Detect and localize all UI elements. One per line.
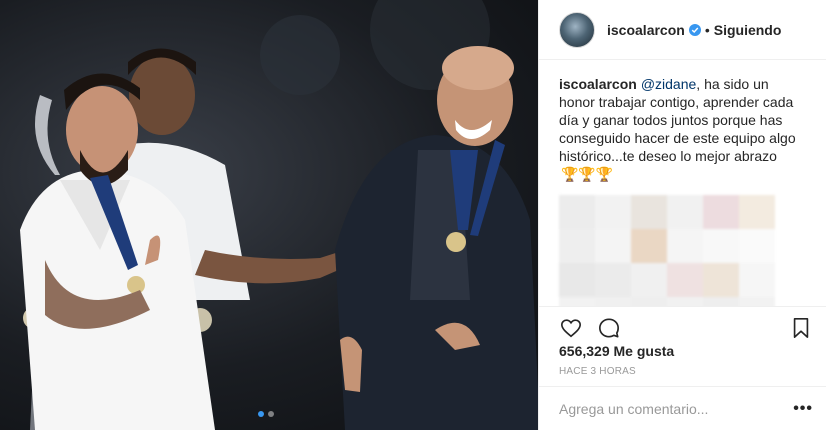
blurred-comment-block (667, 195, 703, 229)
blurred-comment-block (739, 229, 775, 263)
blurred-comment-block (667, 263, 703, 297)
blurred-comment-block (703, 229, 739, 263)
post-caption: iscoalarcon @zidane, ha sido un honor tra… (559, 75, 807, 183)
comment-icon[interactable] (597, 316, 621, 340)
blurred-comment-block (559, 229, 595, 263)
caption-username[interactable]: iscoalarcon (559, 76, 637, 92)
following-button[interactable]: Siguiendo (714, 22, 782, 38)
action-bar (539, 306, 826, 342)
blurred-comment-block (667, 229, 703, 263)
photo-illustration (20, 0, 538, 430)
blurred-comment-block (631, 229, 667, 263)
blurred-comment-block (559, 195, 595, 229)
trophy-emoji-icons: 🏆🏆🏆 (561, 166, 614, 182)
blurred-comment-block (703, 195, 739, 229)
blurred-comment-block (595, 195, 631, 229)
blurred-comment-block (667, 297, 703, 306)
blurred-comment-block (595, 229, 631, 263)
comments-area: iscoalarcon @zidane, ha sido un honor tra… (539, 61, 826, 306)
header-separator: • (704, 21, 710, 38)
blurred-comment-block (739, 195, 775, 229)
carousel-dot-active (258, 411, 264, 417)
header-username[interactable]: iscoalarcon (607, 22, 685, 38)
heart-icon[interactable] (559, 316, 583, 340)
blurred-comment-block (703, 263, 739, 297)
post-timestamp[interactable]: HACE 3 HORAS (559, 366, 636, 377)
blurred-comment-block (595, 263, 631, 297)
blurred-comment-block (631, 263, 667, 297)
post-photo[interactable] (0, 0, 538, 430)
likes-count[interactable]: 656,329 Me gusta (559, 343, 674, 359)
comment-input[interactable] (559, 400, 794, 417)
verified-badge-icon (688, 23, 701, 36)
blurred-comment-block (739, 263, 775, 297)
caption-mention-link[interactable]: @zidane (641, 76, 696, 92)
blurred-comment-block (595, 297, 631, 306)
blurred-comment-block (631, 297, 667, 306)
blurred-comment-block (631, 195, 667, 229)
blurred-comment-block (559, 263, 595, 297)
post-header: iscoalarcon • Siguiendo (539, 0, 826, 60)
add-comment-bar: ••• (539, 386, 826, 430)
carousel-indicator (258, 411, 274, 417)
bookmark-icon[interactable] (789, 316, 813, 340)
blurred-comment-block (703, 297, 739, 306)
blurred-comment-block (739, 297, 775, 306)
blurred-comment-block (559, 297, 595, 306)
more-options-icon[interactable]: ••• (793, 400, 813, 418)
blurred-comments (559, 195, 807, 306)
avatar[interactable] (559, 11, 595, 48)
carousel-dot (268, 411, 274, 417)
post-side-panel: iscoalarcon • Siguiendo iscoalarcon @zida… (538, 0, 826, 430)
